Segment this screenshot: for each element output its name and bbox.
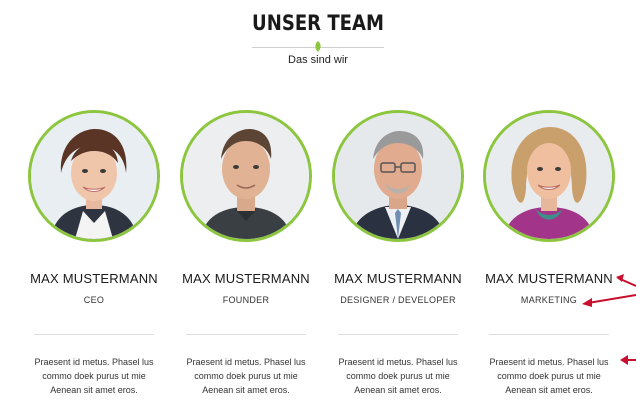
- portrait-photo: [31, 113, 157, 239]
- member-name: MAX MUSTERMANN: [334, 271, 462, 286]
- section-header: UNSER TEAM Das sind wir: [0, 10, 636, 66]
- arrow-icon: [620, 355, 636, 365]
- arrow-icon: [616, 274, 636, 287]
- member-description: Praesent id metus. Phasel lus commo doek…: [489, 357, 609, 395]
- arrow-icon: [582, 294, 636, 307]
- avatar: [28, 110, 160, 242]
- page-title: UNSER TEAM: [252, 11, 384, 35]
- member-name: MAX MUSTERMANN: [182, 271, 310, 286]
- member-name: MAX MUSTERMANN: [30, 271, 158, 286]
- avatar: [483, 110, 615, 242]
- member-role: CEO: [83, 295, 105, 305]
- avatar: [332, 110, 464, 242]
- team-member-card: MAX MUSTERMANN CEO Praesent id metus. Ph…: [18, 110, 170, 397]
- portrait-photo: [183, 113, 309, 239]
- member-role: DESIGNER / DEVELOPER: [340, 295, 456, 305]
- member-name: MAX MUSTERMANN: [485, 271, 613, 286]
- member-separator: [338, 334, 458, 335]
- member-separator: [489, 334, 609, 335]
- page-subtitle: Das sind wir: [288, 54, 348, 66]
- member-separator: [34, 334, 154, 335]
- team-member-card: MAX MUSTERMANN DESIGNER / DEVELOPER Prae…: [322, 110, 474, 397]
- portrait-photo: [335, 113, 461, 239]
- member-role: FOUNDER: [222, 295, 270, 305]
- team-member-card: MAX MUSTERMANN MARKETING Praesent id met…: [473, 110, 625, 397]
- member-separator: [186, 334, 306, 335]
- title-divider: [252, 41, 384, 52]
- team-member-card: MAX MUSTERMANN FOUNDER Praesent id metus…: [170, 110, 322, 397]
- portrait-photo: [486, 113, 612, 239]
- avatar: [180, 110, 312, 242]
- member-description: Praesent id metus. Phasel lus commo doek…: [186, 357, 306, 395]
- leaf-icon: [315, 41, 321, 52]
- member-description: Praesent id metus. Phasel lus commo doek…: [34, 357, 154, 395]
- member-description: Praesent id metus. Phasel lus commo doek…: [338, 357, 458, 395]
